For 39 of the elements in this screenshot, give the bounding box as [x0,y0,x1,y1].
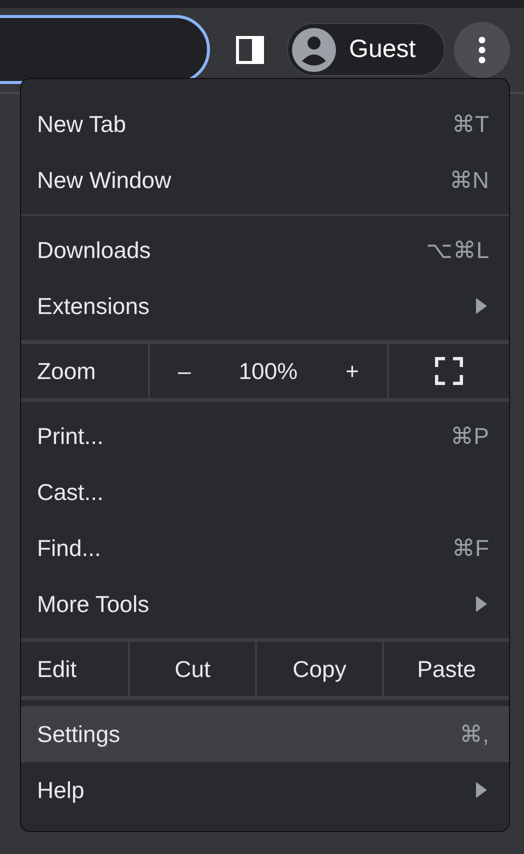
avatar-icon [292,28,336,72]
menu-item-label: Cast... [37,478,104,506]
shortcut-label: ⌘T [452,110,489,138]
menu-item[interactable]: New Window ⌘N [21,152,509,208]
edit-label: Edit [36,654,78,684]
menu-item[interactable]: Help [21,762,509,818]
profile-button[interactable]: Guest [287,23,445,76]
menu-item-label: Find... [37,534,102,562]
menu-item[interactable]: More Tools [21,576,509,632]
menu-item[interactable]: Extensions [21,278,509,334]
zoom-out-button[interactable]: – [170,354,199,388]
menu-item-label: More Tools [37,590,150,618]
menu-item[interactable]: Downloads ⌥⌘L [21,222,509,278]
menu-item-label: Settings [37,720,122,748]
shortcut-label: ⌘F [452,534,489,562]
menu-item[interactable]: Settings ⌘, [21,706,509,762]
side-panel-icon[interactable] [236,36,264,64]
menu-item[interactable]: New Tab ⌘T [21,96,509,152]
shortcut-label: ⌘P [450,422,489,450]
edit-action-button[interactable]: Paste [382,642,509,696]
menu-item[interactable]: Cast... [21,464,509,520]
menu-item-label: Print... [37,422,104,450]
menu-item[interactable]: Print... ⌘P [21,408,509,464]
menu-item-label: Downloads [37,236,152,264]
edit-action-button[interactable]: Cut [128,642,255,696]
zoom-level: 100% [238,358,298,384]
fullscreen-icon [435,357,463,385]
menu-item-label: New Window [37,166,172,194]
shortcut-label: ⌘, [460,720,489,748]
shortcut-label: ⌘N [449,166,489,194]
menu-item-label: Help [37,776,86,804]
zoom-in-button[interactable]: + [338,354,367,388]
zoom-label: Zoom [21,344,150,398]
more-icon [478,36,486,64]
menu-item-label: New Tab [37,110,128,138]
edit-action-button[interactable]: Copy [255,642,382,696]
shortcut-label: ⌥⌘L [426,236,489,264]
menu-item[interactable]: Find... ⌘F [21,520,509,576]
menu-item-label: Extensions [37,292,151,320]
